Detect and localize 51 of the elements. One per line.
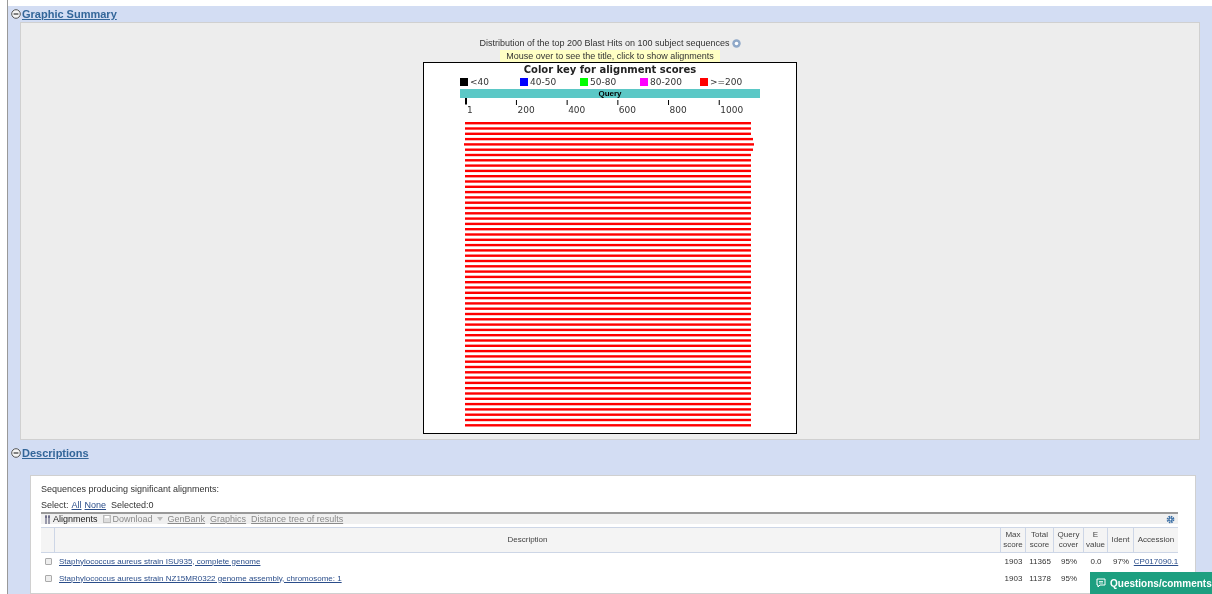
description-link[interactable]: Staphylococcus aureus strain ISU935, complete genome	[59, 556, 261, 567]
color-key-label: 40-50	[530, 77, 557, 87]
descriptions-heading: Sequences producing significant alignments:	[41, 484, 221, 495]
row-checkbox[interactable]	[44, 575, 52, 582]
table-cell: 1903	[1004, 573, 1023, 584]
hint-banner: Mouse over to see the title, click to show alignments	[500, 50, 720, 62]
column-header[interactable]: Accession	[1137, 535, 1175, 545]
query-bar: Query	[460, 89, 760, 98]
axis-tick-label: 200	[517, 105, 535, 115]
table-cell: 0.0	[1090, 556, 1102, 567]
table-cell: 11365	[1029, 556, 1051, 567]
color-key-title: Color key for alignment scores	[523, 64, 697, 76]
section-title-link[interactable]: Descriptions	[22, 444, 89, 462]
table-cell: 97%	[1113, 556, 1129, 567]
table-cell: 95%	[1061, 556, 1077, 567]
axis-tick-label: 1000	[720, 105, 744, 115]
reorder-icon	[45, 514, 50, 524]
column-header[interactable]: Max score	[1001, 530, 1025, 550]
column-header[interactable]: Query cover	[1054, 530, 1083, 550]
axis-tick-label: 600	[618, 105, 637, 115]
row-checkbox[interactable]	[44, 558, 52, 565]
section-title-link[interactable]: Graphic Summary	[22, 5, 117, 23]
axis-tick-label: 800	[669, 105, 687, 115]
toolbar-link[interactable]: Alignments	[53, 514, 98, 524]
select-link[interactable]: All	[71, 499, 82, 513]
graphic-title: Distribution of the top 200 Blast Hits on 100 subject sequences	[479, 38, 730, 49]
table-cell: 11378	[1029, 573, 1051, 584]
description-link[interactable]: Staphylococcus aureus strain NZ15MR0322 genome assembly, chromosome: 1	[59, 573, 342, 584]
caret-icon	[156, 517, 163, 521]
column-header[interactable]: Ident	[1111, 535, 1130, 545]
axis-tick-label: 400	[568, 105, 586, 115]
column-header[interactable]: Total score	[1026, 530, 1053, 550]
color-key-label: >=200	[710, 77, 743, 87]
column-header[interactable]: E value	[1084, 530, 1107, 550]
select-link[interactable]: None	[84, 499, 107, 513]
help-icon[interactable]	[731, 39, 741, 48]
collapse-icon[interactable]	[11, 448, 21, 458]
column-header[interactable]: Description	[507, 535, 548, 545]
comment-icon	[1096, 578, 1106, 588]
collapse-icon[interactable]	[11, 9, 21, 19]
selected-count: Selected:0	[111, 499, 154, 513]
color-key-label: <40	[470, 77, 489, 87]
settings-icon[interactable]	[1166, 514, 1175, 524]
accession-link[interactable]: CP017090.1	[1133, 556, 1179, 567]
hit-lines-drawing[interactable]	[464, 120, 756, 428]
table-cell: 1903	[1004, 556, 1023, 567]
color-key-label: 80-200	[650, 77, 682, 87]
select-label: Select:	[41, 499, 69, 513]
color-key-label: 50-80	[590, 77, 617, 87]
table-cell: 95%	[1061, 573, 1077, 584]
axis-tick-label: 1	[467, 105, 473, 115]
